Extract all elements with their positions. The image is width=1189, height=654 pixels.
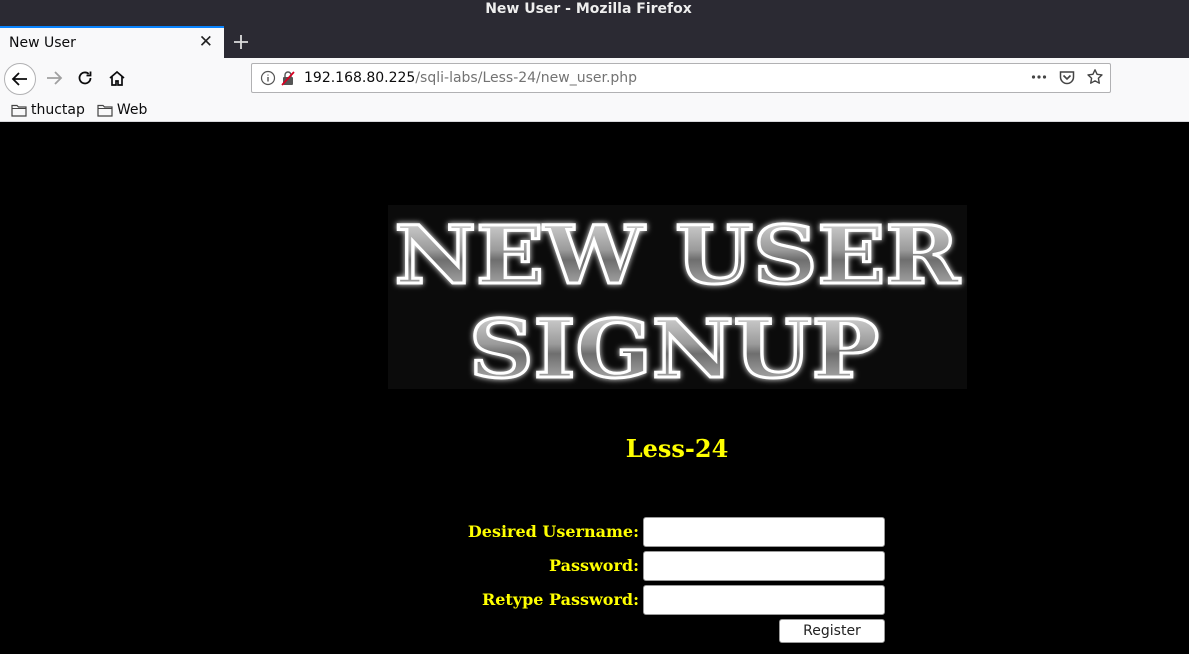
folder-icon (97, 104, 113, 117)
page-actions-icon[interactable] (1030, 68, 1048, 90)
home-button[interactable] (103, 64, 131, 92)
forward-button[interactable] (40, 64, 68, 92)
pocket-icon[interactable] (1058, 68, 1076, 90)
bookmark-label: thuctap (31, 101, 85, 118)
signup-banner-image: NEW USER SIGNUP (388, 205, 967, 389)
window-title: New User - Mozilla Firefox (485, 1, 692, 17)
url-path: /sqli-labs/Less-24/new_user.php (415, 70, 638, 86)
reload-icon (78, 71, 92, 85)
new-tab-button[interactable] (228, 28, 254, 56)
lesson-title: Less-24 (625, 434, 729, 463)
bookmark-web[interactable]: Web (97, 101, 148, 118)
folder-icon (11, 104, 27, 117)
retype-password-row: Retype Password: (0, 585, 1189, 615)
nav-toolbar: 192.168.80.225/sqli-labs/Less-24/new_use… (0, 58, 1189, 98)
tab-label: New User (9, 35, 76, 51)
url-text: 192.168.80.225/sqli-labs/Less-24/new_use… (304, 70, 637, 86)
password-label: Password: (549, 556, 639, 575)
bookmarks-toolbar: thuctap Web (0, 98, 1189, 122)
insecure-lock-icon[interactable] (280, 70, 296, 90)
register-button[interactable]: Register (779, 619, 885, 643)
banner-line-1: NEW USER (395, 208, 961, 302)
back-button[interactable] (4, 63, 36, 95)
tab-strip: New User ✕ (0, 26, 1189, 58)
tab-new-user[interactable]: New User ✕ (0, 26, 224, 58)
banner-line-2: SIGNUP (469, 302, 879, 389)
page-content: NEW USER SIGNUP Less-24 Desired Username… (0, 122, 1189, 654)
arrow-left-icon (11, 72, 27, 86)
home-icon (109, 70, 125, 86)
bookmark-thuctap[interactable]: thuctap (11, 102, 85, 118)
plus-icon (234, 35, 248, 49)
retype-password-input[interactable] (643, 585, 885, 615)
close-tab-icon[interactable]: ✕ (199, 34, 213, 51)
reload-button[interactable] (71, 64, 99, 92)
bookmark-label: Web (116, 101, 148, 118)
address-bar[interactable]: 192.168.80.225/sqli-labs/Less-24/new_use… (251, 63, 1111, 93)
info-icon[interactable] (260, 70, 276, 90)
password-row: Password: (0, 551, 1189, 581)
bookmark-star-icon[interactable] (1086, 68, 1104, 90)
password-input[interactable] (643, 551, 885, 581)
url-host: 192.168.80.225 (304, 70, 416, 86)
username-row: Desired Username: (0, 517, 1189, 547)
retype-password-label: Retype Password: (481, 590, 639, 609)
arrow-right-icon (47, 71, 63, 85)
username-input[interactable] (643, 517, 885, 547)
window-titlebar: New User - Mozilla Firefox (0, 0, 1189, 26)
username-label: Desired Username: (467, 522, 639, 541)
